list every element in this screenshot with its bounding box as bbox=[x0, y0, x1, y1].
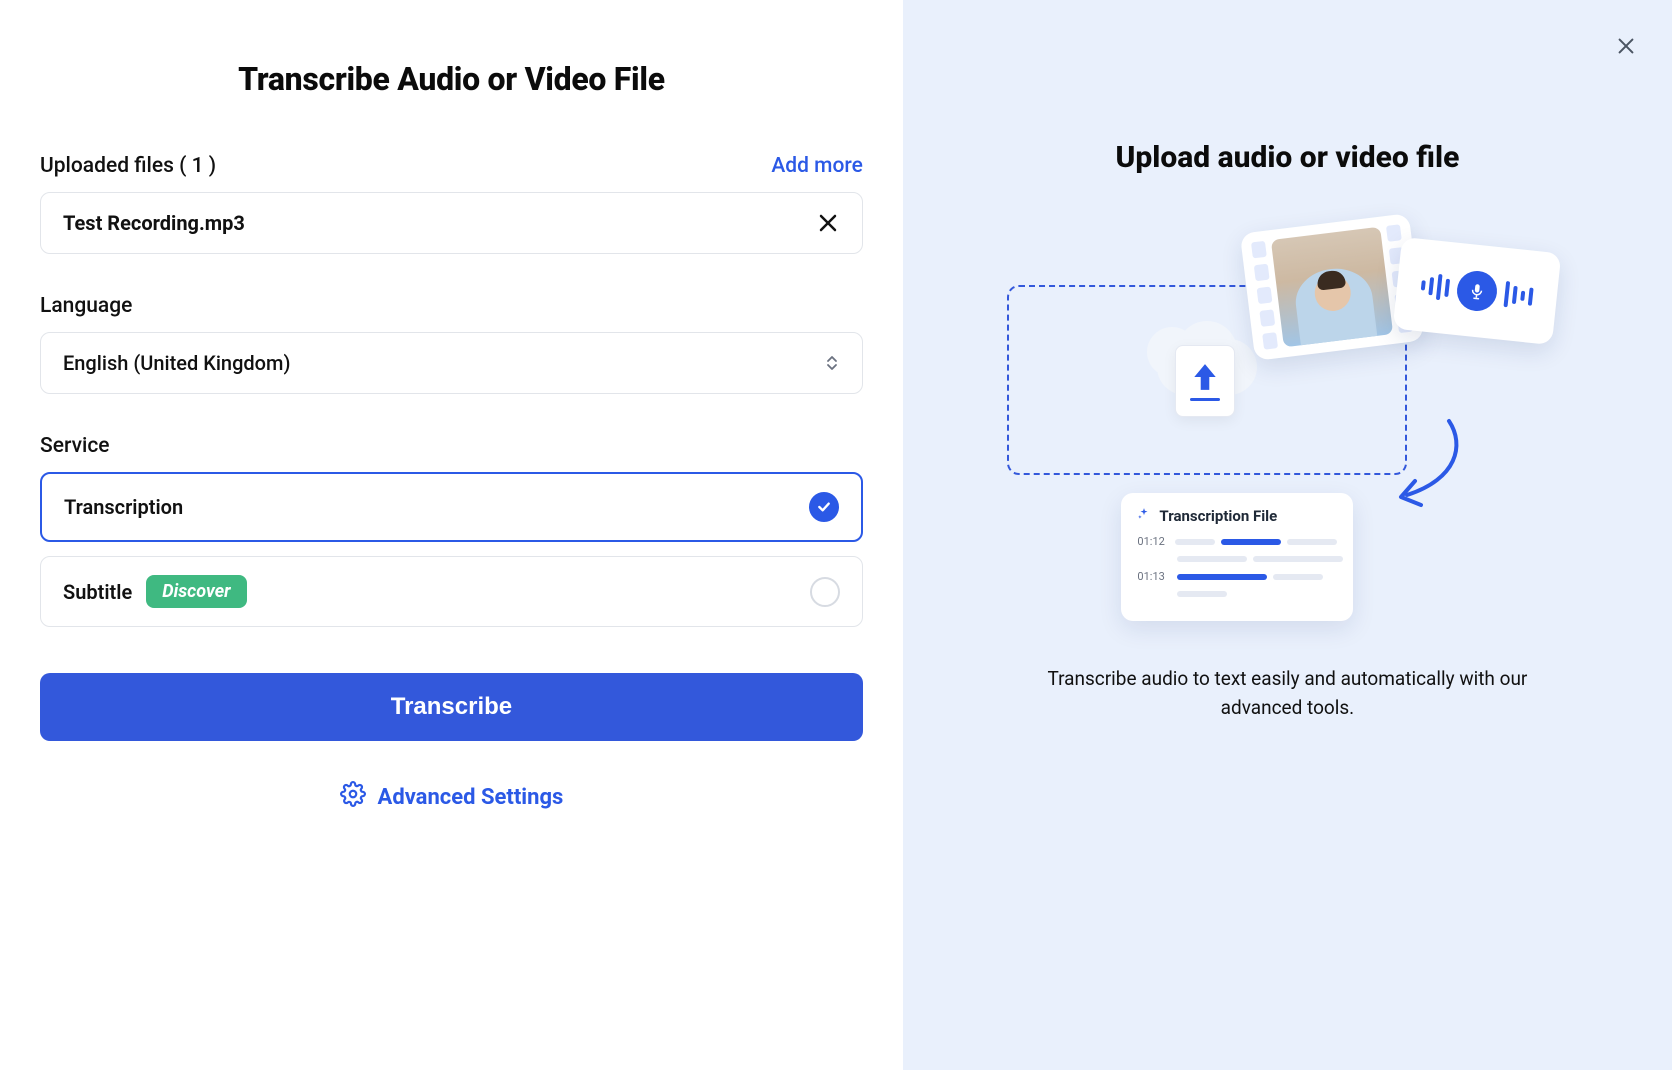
video-frame-graphic bbox=[1271, 227, 1393, 348]
close-icon bbox=[816, 211, 840, 235]
uploaded-file-row: Test Recording.mp3 bbox=[40, 192, 863, 254]
radio-unchecked-icon bbox=[810, 577, 840, 607]
service-transcription-label: Transcription bbox=[64, 495, 183, 519]
service-option-subtitle[interactable]: Subtitle Discover bbox=[40, 556, 863, 627]
upload-illustration: Transcription File 01:12 01:13 bbox=[1007, 215, 1567, 635]
info-description: Transcribe audio to text easily and auto… bbox=[1027, 665, 1547, 722]
remove-file-button[interactable] bbox=[816, 211, 840, 235]
advanced-settings-label: Advanced Settings bbox=[378, 785, 564, 810]
info-title: Upload audio or video file bbox=[1115, 140, 1459, 175]
sparkle-icon bbox=[1137, 507, 1151, 525]
close-button[interactable] bbox=[1608, 28, 1644, 64]
add-more-link[interactable]: Add more bbox=[771, 154, 863, 178]
service-subtitle-label: Subtitle Discover bbox=[63, 575, 247, 608]
service-option-transcription[interactable]: Transcription bbox=[40, 472, 863, 542]
language-select[interactable]: English (United Kingdom) bbox=[40, 332, 863, 394]
info-panel: Upload audio or video file bbox=[903, 0, 1672, 1070]
uploaded-files-header: Uploaded files ( 1 ) Add more bbox=[40, 154, 863, 178]
audio-waveform-card bbox=[1393, 237, 1562, 345]
form-panel: Transcribe Audio or Video File Uploaded … bbox=[0, 0, 903, 1070]
uploaded-files-label: Uploaded files ( 1 ) bbox=[40, 154, 216, 178]
timecode-1: 01:12 bbox=[1137, 535, 1165, 548]
transcription-file-card: Transcription File 01:12 01:13 bbox=[1121, 493, 1353, 621]
language-label: Language bbox=[40, 294, 863, 318]
chevron-up-down-icon bbox=[824, 355, 840, 371]
subtitle-text: Subtitle bbox=[63, 580, 132, 604]
transcription-card-title: Transcription File bbox=[1159, 507, 1277, 525]
language-value: English (United Kingdom) bbox=[63, 351, 290, 375]
upload-arrow-card bbox=[1175, 345, 1235, 417]
close-icon bbox=[1615, 35, 1637, 57]
timecode-2: 01:13 bbox=[1137, 570, 1167, 583]
transcribe-button[interactable]: Transcribe bbox=[40, 673, 863, 741]
curved-arrow-icon bbox=[1377, 415, 1467, 515]
upload-arrow-icon bbox=[1192, 362, 1218, 392]
page-title: Transcribe Audio or Video File bbox=[40, 60, 863, 98]
advanced-settings-link[interactable]: Advanced Settings bbox=[40, 781, 863, 813]
microphone-icon bbox=[1455, 269, 1499, 313]
gear-icon bbox=[340, 781, 366, 813]
service-label: Service bbox=[40, 434, 863, 458]
uploaded-file-name: Test Recording.mp3 bbox=[63, 211, 245, 235]
discover-badge: Discover bbox=[146, 575, 246, 608]
radio-checked-icon bbox=[809, 492, 839, 522]
